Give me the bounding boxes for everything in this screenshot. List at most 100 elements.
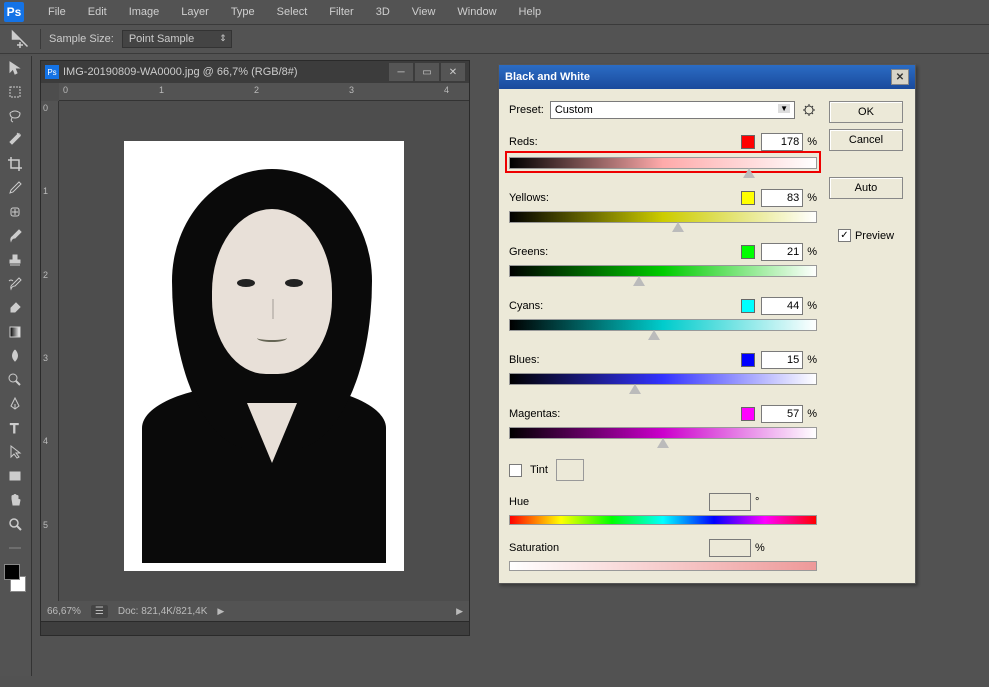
menu-file[interactable]: File [38, 2, 76, 22]
slider-row-greens: Greens: % [509, 243, 817, 277]
tool-blur[interactable] [0, 344, 30, 368]
dialog-close-button[interactable]: ✕ [891, 69, 909, 85]
slider-handle-magentas[interactable] [657, 438, 669, 448]
zoom-level[interactable]: 66,67% [47, 606, 81, 617]
menu-3d[interactable]: 3D [366, 2, 400, 22]
menu-select[interactable]: Select [267, 2, 318, 22]
tool-brush[interactable] [0, 224, 30, 248]
slider-handle-greens[interactable] [633, 276, 645, 286]
app-logo: Ps [4, 2, 24, 22]
value-input-yellows[interactable] [761, 189, 803, 207]
tool-hand[interactable] [0, 488, 30, 512]
value-input-blues[interactable] [761, 351, 803, 369]
tint-swatch[interactable] [556, 459, 584, 481]
swatch-reds [741, 135, 755, 149]
slider-greens[interactable] [509, 265, 817, 277]
doc-info: Doc: 821,4K/821,4K [118, 606, 208, 617]
menu-edit[interactable]: Edit [78, 2, 117, 22]
slider-yellows[interactable] [509, 211, 817, 223]
minimize-button[interactable]: ─ [389, 63, 413, 81]
tool-wand[interactable] [0, 128, 30, 152]
slider-magentas[interactable] [509, 427, 817, 439]
value-input-reds[interactable] [761, 133, 803, 151]
menu-filter[interactable]: Filter [319, 2, 363, 22]
tool-stamp[interactable] [0, 248, 30, 272]
close-button[interactable]: ✕ [441, 63, 465, 81]
pct-cyans: % [807, 300, 817, 312]
hue-input[interactable] [709, 493, 751, 511]
auto-button[interactable]: Auto [829, 177, 903, 199]
tool-pen[interactable] [0, 392, 30, 416]
slider-handle-reds[interactable] [743, 168, 755, 178]
menubar: Ps File Edit Image Layer Type Select Fil… [0, 0, 989, 24]
slider-label-magentas: Magentas: [509, 408, 741, 420]
sample-size-dropdown[interactable]: Point Sample [122, 30, 232, 48]
tool-crop[interactable] [0, 152, 30, 176]
tool-rectangle[interactable] [0, 464, 30, 488]
color-swatches[interactable] [0, 564, 28, 592]
cancel-button[interactable]: Cancel [829, 129, 903, 151]
menu-image[interactable]: Image [119, 2, 170, 22]
menu-window[interactable]: Window [447, 2, 506, 22]
tool-zoom[interactable] [0, 512, 30, 536]
canvas[interactable] [124, 141, 404, 571]
menu-view[interactable]: View [402, 2, 446, 22]
tool-dodge[interactable] [0, 368, 30, 392]
tool-lasso[interactable] [0, 104, 30, 128]
slider-blues[interactable] [509, 373, 817, 385]
document-window: Ps IMG-20190809-WA0000.jpg @ 66,7% (RGB/… [40, 60, 470, 636]
preset-dropdown[interactable]: Custom [550, 101, 795, 119]
pct-magentas: % [807, 408, 817, 420]
value-input-cyans[interactable] [761, 297, 803, 315]
ok-button[interactable]: OK [829, 101, 903, 123]
canvas-area[interactable] [59, 101, 469, 601]
tint-checkbox[interactable] [509, 464, 522, 477]
slider-row-blues: Blues: % [509, 351, 817, 385]
maximize-button[interactable]: ▭ [415, 63, 439, 81]
doc-info-menu[interactable]: ▶ [217, 606, 224, 617]
menu-type[interactable]: Type [221, 2, 265, 22]
pct-greens: % [807, 246, 817, 258]
saturation-unit: % [755, 542, 765, 554]
horizontal-scrollbar[interactable] [41, 621, 469, 635]
tool-eyedropper[interactable] [0, 176, 30, 200]
slider-handle-yellows[interactable] [672, 222, 684, 232]
dialog-titlebar[interactable]: Black and White ✕ [499, 65, 915, 89]
hue-slider[interactable] [509, 515, 817, 525]
slider-row-magentas: Magentas: % [509, 405, 817, 439]
black-white-dialog: Black and White ✕ Preset: Custom Reds: % [498, 64, 916, 584]
value-input-magentas[interactable] [761, 405, 803, 423]
tool-history-brush[interactable] [0, 272, 30, 296]
tool-move[interactable] [0, 56, 30, 80]
slider-handle-blues[interactable] [629, 384, 641, 394]
tool-panel: T [0, 56, 32, 676]
dialog-title: Black and White [505, 71, 891, 83]
status-bar: 66,67% ☰ Doc: 821,4K/821,4K ▶ ▶ [41, 601, 469, 621]
slider-row-yellows: Yellows: % [509, 189, 817, 223]
tool-eraser[interactable] [0, 296, 30, 320]
scroll-right[interactable]: ▶ [456, 606, 463, 617]
saturation-input[interactable] [709, 539, 751, 557]
menu-help[interactable]: Help [509, 2, 552, 22]
tint-label: Tint [530, 464, 548, 476]
tool-gradient[interactable] [0, 320, 30, 344]
doc-titlebar[interactable]: Ps IMG-20190809-WA0000.jpg @ 66,7% (RGB/… [41, 61, 469, 83]
slider-cyans[interactable] [509, 319, 817, 331]
tool-type[interactable]: T [0, 416, 30, 440]
saturation-slider[interactable] [509, 561, 817, 571]
doc-title: Ps IMG-20190809-WA0000.jpg @ 66,7% (RGB/… [45, 65, 389, 79]
tool-path-select[interactable] [0, 440, 30, 464]
menu-layer[interactable]: Layer [171, 2, 219, 22]
options-bar: Sample Size: Point Sample [0, 24, 989, 54]
foreground-color[interactable] [4, 564, 20, 580]
preset-menu-icon[interactable] [801, 102, 817, 118]
slider-reds[interactable] [509, 157, 817, 169]
tool-healing[interactable] [0, 200, 30, 224]
slider-row-reds: Reds: % [509, 133, 817, 173]
preview-checkbox[interactable]: ✓ [838, 229, 851, 242]
tool-marquee[interactable] [0, 80, 30, 104]
anim-icon[interactable]: ☰ [91, 605, 108, 618]
pct-reds: % [807, 136, 817, 148]
slider-handle-cyans[interactable] [648, 330, 660, 340]
value-input-greens[interactable] [761, 243, 803, 261]
